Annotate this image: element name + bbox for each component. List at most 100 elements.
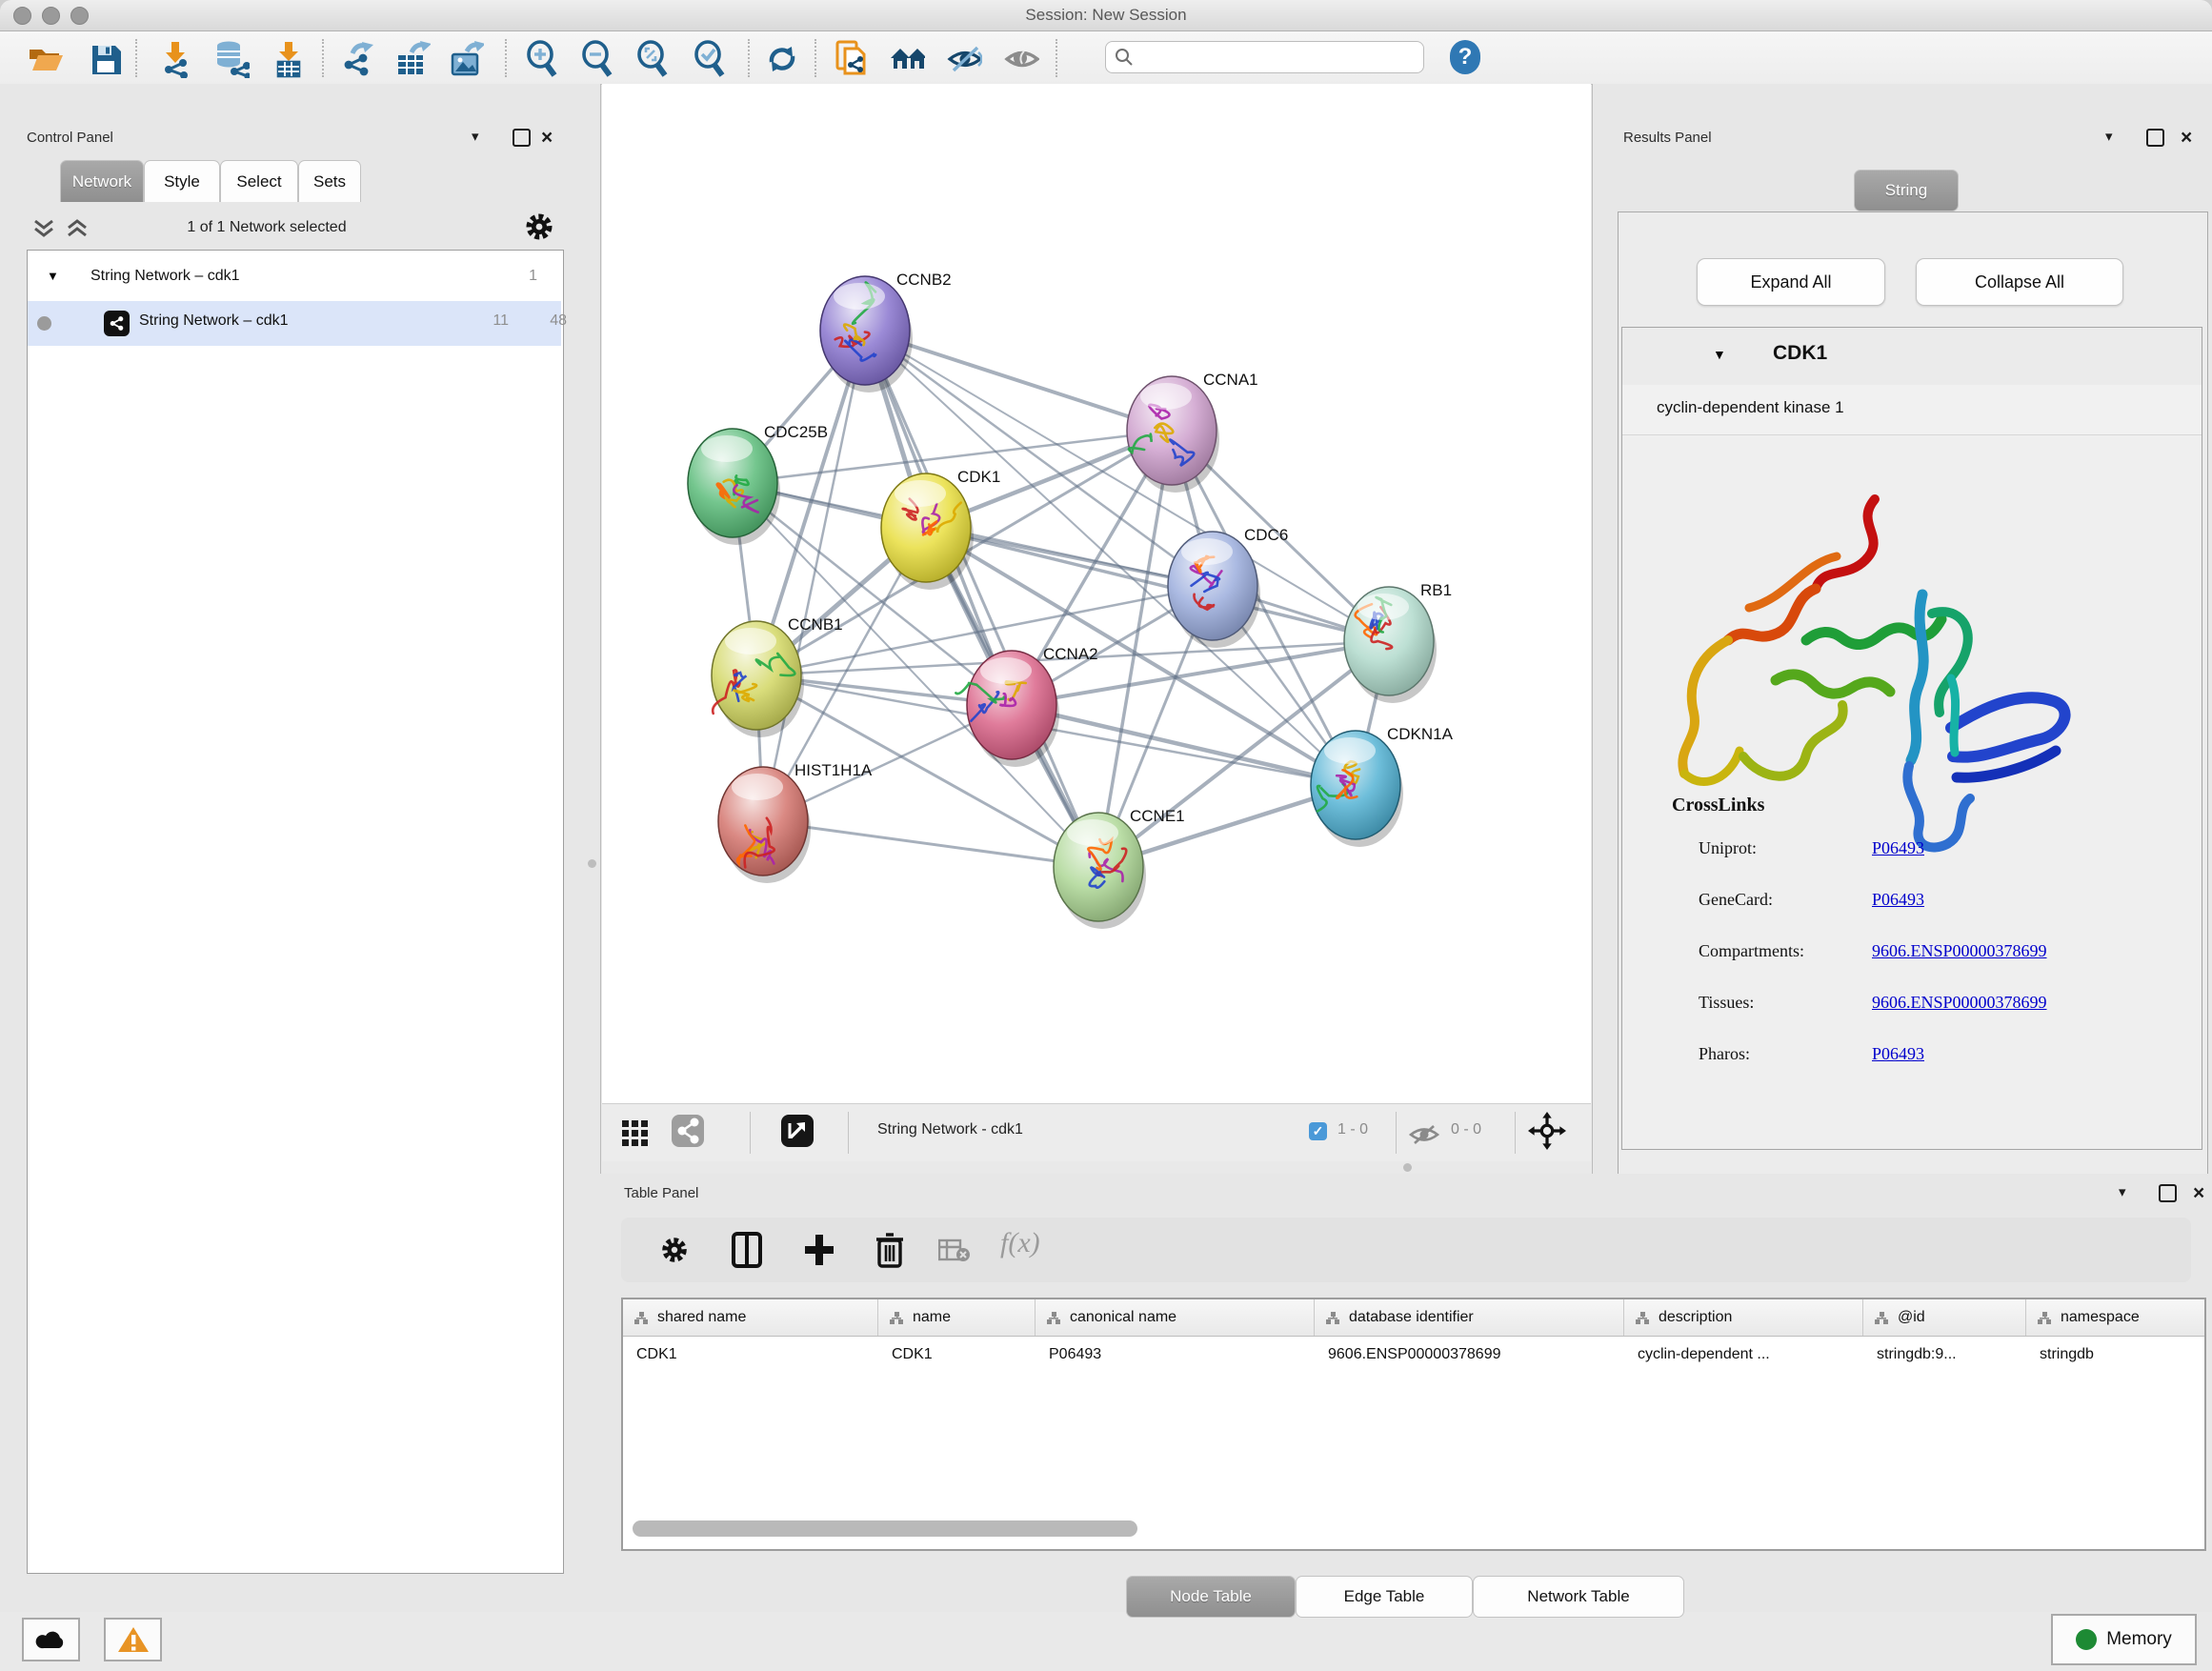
search-input[interactable]	[1105, 41, 1424, 73]
cell-namespace[interactable]: stringdb	[2026, 1336, 2212, 1374]
tab-node-table[interactable]: Node Table	[1126, 1576, 1296, 1618]
crosslink-link[interactable]: 9606.ENSP00000378699	[1872, 993, 2047, 1013]
grid-view-icon[interactable]	[615, 1114, 654, 1152]
protein-node-RB1[interactable]	[1344, 587, 1437, 703]
protein-node-CCNA2[interactable]	[955, 651, 1059, 767]
table-panel-float-icon[interactable]	[2159, 1184, 2177, 1202]
control-panel-menu-icon[interactable]: ▾	[472, 128, 479, 145]
export-network-icon[interactable]	[339, 41, 375, 77]
edge-CCNB2-CCNE1[interactable]	[865, 331, 1098, 867]
protein-node-CCNA1[interactable]	[1127, 376, 1219, 493]
zoom-selected-icon[interactable]	[692, 41, 728, 77]
cell-database-identifier[interactable]: 9606.ENSP00000378699	[1315, 1336, 1624, 1374]
tab-edge-table[interactable]: Edge Table	[1296, 1576, 1473, 1618]
left-splitter-handle[interactable]	[588, 859, 596, 868]
network-collection-row[interactable]: ▼ String Network – cdk1 1	[28, 256, 561, 301]
column-header-shared-name[interactable]: shared name	[623, 1299, 878, 1336]
bottom-splitter-handle[interactable]	[1403, 1163, 1412, 1172]
help-button[interactable]: ?	[1450, 40, 1480, 74]
import-network-database-icon[interactable]	[213, 41, 250, 77]
edge-HIST1H1A-CCNE1[interactable]	[763, 821, 1098, 867]
network-row[interactable]: String Network – cdk1 11 48	[28, 301, 561, 346]
results-panel-close-icon[interactable]: ×	[2181, 131, 2192, 145]
protein-node-CCNB1[interactable]	[712, 621, 804, 737]
crosslink-link[interactable]: 9606.ENSP00000378699	[1872, 941, 2047, 961]
control-panel-close-icon[interactable]: ×	[541, 131, 553, 145]
protein-node-CDC6[interactable]	[1168, 532, 1260, 648]
tab-style[interactable]: Style	[144, 160, 220, 202]
hide-selected-icon[interactable]	[946, 41, 982, 77]
create-column-plus-icon[interactable]	[800, 1231, 838, 1269]
birds-eye-crosshair-icon[interactable]	[1528, 1112, 1566, 1150]
crosslink-link[interactable]: P06493	[1872, 1044, 1924, 1064]
open-in-window-icon[interactable]	[778, 1112, 816, 1150]
table-settings-gear-icon[interactable]	[655, 1231, 694, 1269]
save-session-icon[interactable]	[88, 41, 124, 77]
column-header-namespace[interactable]: namespace	[2026, 1299, 2212, 1336]
zoom-out-icon[interactable]	[579, 41, 615, 77]
delete-column-trash-icon[interactable]	[871, 1231, 909, 1269]
cell-name[interactable]: CDK1	[878, 1336, 1036, 1374]
column-header--id[interactable]: @id	[1863, 1299, 2026, 1336]
export-table-icon[interactable]	[394, 41, 431, 77]
crosslink-link[interactable]: P06493	[1872, 838, 1924, 858]
home-icon[interactable]	[889, 41, 925, 77]
cloud-status-button[interactable]	[22, 1618, 80, 1661]
table-panel-close-icon[interactable]: ×	[2193, 1186, 2204, 1200]
horizontal-scrollbar[interactable]	[633, 1520, 1137, 1537]
cell-shared-name[interactable]: CDK1	[623, 1336, 878, 1374]
collapse-all-button[interactable]: Collapse All	[1916, 258, 2123, 306]
export-image-icon[interactable]	[448, 41, 484, 77]
table-row[interactable]: CDK1CDK1P064939606.ENSP00000378699cyclin…	[623, 1336, 2204, 1374]
tab-network-table[interactable]: Network Table	[1473, 1576, 1684, 1618]
node-table[interactable]: shared namenamecanonical namedatabase id…	[621, 1298, 2206, 1551]
select-columns-icon[interactable]	[728, 1231, 766, 1269]
network-thumbnail-icon[interactable]	[669, 1112, 707, 1150]
refresh-icon[interactable]	[764, 41, 800, 77]
tab-sets[interactable]: Sets	[298, 160, 361, 202]
control-panel-float-icon[interactable]	[513, 129, 531, 147]
protein-node-CDC25B[interactable]	[688, 429, 780, 545]
protein-node-CDKN1A[interactable]	[1311, 731, 1403, 847]
cloud-icon	[34, 1627, 69, 1652]
cell-canonical-name[interactable]: P06493	[1036, 1336, 1315, 1374]
results-panel-menu-icon[interactable]: ▾	[2105, 128, 2113, 145]
column-header-database-identifier[interactable]: database identifier	[1315, 1299, 1624, 1336]
protein-node-CCNB2[interactable]	[820, 276, 913, 393]
gene-collapse-icon[interactable]: ▼	[1713, 347, 1726, 362]
zoom-in-icon[interactable]	[524, 41, 560, 77]
show-all-icon[interactable]	[1003, 41, 1039, 77]
column-header-canonical-name[interactable]: canonical name	[1036, 1299, 1315, 1336]
warning-status-button[interactable]	[104, 1618, 162, 1661]
expand-all-tree-icon[interactable]	[31, 217, 56, 245]
tab-network[interactable]: Network	[60, 160, 144, 202]
table-panel-menu-icon[interactable]: ▾	[2119, 1183, 2126, 1200]
title-bar[interactable]: Session: New Session	[0, 0, 2212, 31]
cell-description[interactable]: cyclin-dependent ...	[1624, 1336, 1863, 1374]
protein-node-HIST1H1A[interactable]	[718, 767, 811, 883]
search-box[interactable]	[1105, 41, 1424, 73]
tab-select[interactable]: Select	[220, 160, 298, 202]
selected-nodes-checkbox[interactable]: ✓	[1309, 1122, 1327, 1140]
column-header-name[interactable]: name	[878, 1299, 1036, 1336]
import-network-icon[interactable]	[158, 41, 194, 77]
clone-network-icon[interactable]	[835, 41, 871, 77]
open-session-icon[interactable]	[27, 41, 63, 77]
cell--id[interactable]: stringdb:9...	[1863, 1336, 2026, 1374]
collapse-all-tree-icon[interactable]	[65, 217, 90, 245]
tab-string[interactable]: String	[1854, 170, 1959, 211]
function-builder-icon: f(x)	[1000, 1227, 1040, 1259]
zoom-fit-icon[interactable]	[634, 41, 671, 77]
edge-CCNA2-CDKN1A[interactable]	[1012, 705, 1356, 785]
collection-expand-icon[interactable]: ▼	[47, 269, 59, 283]
memory-button[interactable]: Memory	[2051, 1614, 2197, 1665]
column-header-description[interactable]: description	[1624, 1299, 1863, 1336]
network-view-canvas[interactable]: CCNB2CCNA1CDC25BCDK1CDC6RB1CCNB1CCNA2CDK…	[602, 84, 1591, 1103]
results-panel-float-icon[interactable]	[2146, 129, 2164, 147]
crosslink-link[interactable]: P06493	[1872, 890, 1924, 910]
protein-node-CDK1[interactable]	[881, 473, 974, 590]
protein-node-CCNE1[interactable]	[1054, 813, 1146, 929]
expand-all-button[interactable]: Expand All	[1697, 258, 1885, 306]
import-table-icon[interactable]	[271, 41, 307, 77]
network-options-gear-icon[interactable]	[522, 210, 556, 249]
